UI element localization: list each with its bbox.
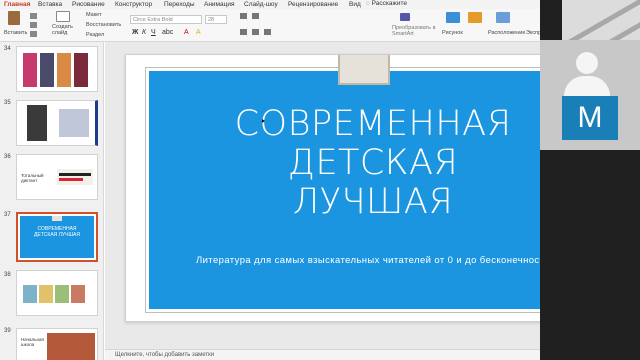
slide-title[interactable]: СОВРЕМЕННАЯ ДЕТСКАЯ ЛУЧШАЯ bbox=[146, 105, 600, 222]
tab-insert[interactable]: Вставка bbox=[38, 1, 62, 8]
participant-initial: М bbox=[562, 96, 618, 140]
font-name-select[interactable]: Circe Extra Bold bbox=[130, 15, 202, 24]
tab-slideshow[interactable]: Слайд-шоу bbox=[244, 1, 278, 8]
italic-button[interactable]: К bbox=[142, 29, 146, 36]
new-slide-icon[interactable] bbox=[56, 11, 70, 22]
book-cover-image bbox=[71, 285, 85, 303]
smartart-icon[interactable] bbox=[400, 13, 410, 21]
slide-title-line: ДЕТСКАЯ bbox=[287, 143, 459, 183]
thumbnail-number: 37 bbox=[4, 212, 11, 218]
portrait-photo bbox=[27, 105, 47, 141]
decorative-tab-shape bbox=[338, 55, 390, 85]
slide-thumbnail-36[interactable]: Тотальный диктант bbox=[16, 154, 98, 200]
slide-subtitle[interactable]: Литература для самых взыскательных читат… bbox=[146, 255, 600, 266]
participant-video-tile[interactable] bbox=[562, 0, 640, 40]
thumbnail-number: 36 bbox=[4, 154, 11, 160]
classroom-photo bbox=[47, 333, 95, 360]
tab-animations[interactable]: Анимация bbox=[204, 1, 235, 8]
slide-thumbnail-38[interactable] bbox=[16, 270, 98, 316]
align-center-icon[interactable] bbox=[252, 29, 259, 35]
slide-thumbnail-35[interactable] bbox=[16, 100, 98, 146]
thumbnail-tab-shape bbox=[52, 216, 62, 221]
dictation-logo bbox=[57, 169, 93, 185]
arrange-icon[interactable] bbox=[496, 12, 510, 23]
section-button[interactable]: Раздел bbox=[86, 32, 104, 38]
avatar-head-icon bbox=[576, 52, 598, 74]
thumbnail-caption: Тотальный диктант bbox=[21, 173, 44, 183]
book-cover-image bbox=[23, 285, 37, 303]
cut-icon[interactable] bbox=[30, 13, 37, 19]
copy-icon[interactable] bbox=[30, 22, 37, 28]
thumbnail-title: СОВРЕМЕННАЯ ДЕТСКАЯ ЛУЧШАЯ bbox=[34, 226, 80, 238]
book-cover-image bbox=[74, 53, 88, 87]
arrange-button[interactable]: Расположение bbox=[488, 30, 525, 36]
reset-button[interactable]: Восстановить bbox=[86, 22, 121, 28]
tab-design[interactable]: Конструктор bbox=[115, 1, 152, 8]
slide-editor[interactable]: СОВРЕМЕННАЯ ДЕТСКАЯ ЛУЧШАЯ Литература дл… bbox=[105, 42, 619, 360]
shapes-icon[interactable] bbox=[468, 12, 482, 23]
slide-thumbnail-39[interactable]: Начальная школа bbox=[16, 328, 98, 360]
book-cover-image bbox=[57, 53, 71, 87]
thumbnail-number: 39 bbox=[4, 328, 11, 334]
thumbnail-number: 35 bbox=[4, 100, 11, 106]
align-right-icon[interactable] bbox=[264, 29, 271, 35]
book-cover-image bbox=[39, 285, 53, 303]
font-color-button[interactable]: A bbox=[184, 29, 189, 36]
book-cover-image bbox=[40, 53, 54, 87]
new-slide-button[interactable]: Создать слайд bbox=[52, 24, 76, 36]
layout-button[interactable]: Макет bbox=[86, 12, 102, 18]
thumbnail-number: 38 bbox=[4, 272, 11, 278]
slide-thumbnail-34[interactable] bbox=[16, 46, 98, 92]
bullets-icon[interactable] bbox=[240, 13, 247, 19]
tell-me-label: Расскажите bbox=[371, 0, 408, 7]
tab-review[interactable]: Рецензирование bbox=[288, 1, 338, 8]
participant-avatar-tile[interactable]: М bbox=[540, 40, 640, 150]
slide-thumbnail-37[interactable]: СОВРЕМЕННАЯ ДЕТСКАЯ ЛУЧШАЯ bbox=[16, 212, 98, 262]
tab-transitions[interactable]: Переходы bbox=[164, 1, 195, 8]
tab-home[interactable]: Главная bbox=[4, 1, 31, 10]
picture-icon[interactable] bbox=[446, 12, 460, 23]
slide-title-line: СОВРЕМЕННАЯ bbox=[234, 104, 512, 144]
picture-button[interactable]: Рисунок bbox=[442, 30, 463, 36]
bold-button[interactable]: Ж bbox=[132, 29, 138, 36]
book-spread-image bbox=[59, 109, 89, 137]
notes-pane[interactable]: Щелкните, чтобы добавить заметки bbox=[105, 349, 540, 360]
book-cover-image bbox=[55, 285, 69, 303]
font-size-select[interactable]: 28 bbox=[205, 15, 227, 24]
slide-title-line: ЛУЧШАЯ bbox=[292, 182, 454, 222]
tell-me-search[interactable]: ◌ Расскажите bbox=[366, 0, 407, 7]
book-cover-image bbox=[23, 53, 37, 87]
clipboard-icon[interactable] bbox=[8, 11, 20, 25]
numbering-icon[interactable] bbox=[252, 13, 259, 19]
notes-placeholder: Щелкните, чтобы добавить заметки bbox=[115, 352, 215, 358]
mouse-cursor-icon bbox=[262, 119, 265, 123]
format-painter-icon[interactable] bbox=[30, 31, 37, 37]
underline-button[interactable]: Ч bbox=[151, 29, 156, 36]
slide-thumbnail-panel[interactable]: 34 35 36 Тотальный диктант 37 СОВРЕМЕННА… bbox=[0, 42, 104, 360]
tab-draw[interactable]: Рисование bbox=[72, 1, 105, 8]
paste-button[interactable]: Вставить bbox=[4, 30, 27, 36]
convert-smartart-button[interactable]: Преобразовать в SmartArt bbox=[392, 25, 440, 37]
tab-view[interactable]: Вид bbox=[349, 1, 361, 8]
strikethrough-button[interactable]: abc bbox=[162, 29, 173, 36]
align-left-icon[interactable] bbox=[240, 29, 247, 35]
thumbnail-number: 34 bbox=[4, 46, 11, 52]
video-call-panel: М bbox=[540, 0, 640, 360]
highlight-button[interactable]: A bbox=[196, 29, 201, 36]
avatar-body-icon bbox=[564, 76, 610, 96]
thumbnail-caption: Начальная школа bbox=[21, 337, 44, 347]
